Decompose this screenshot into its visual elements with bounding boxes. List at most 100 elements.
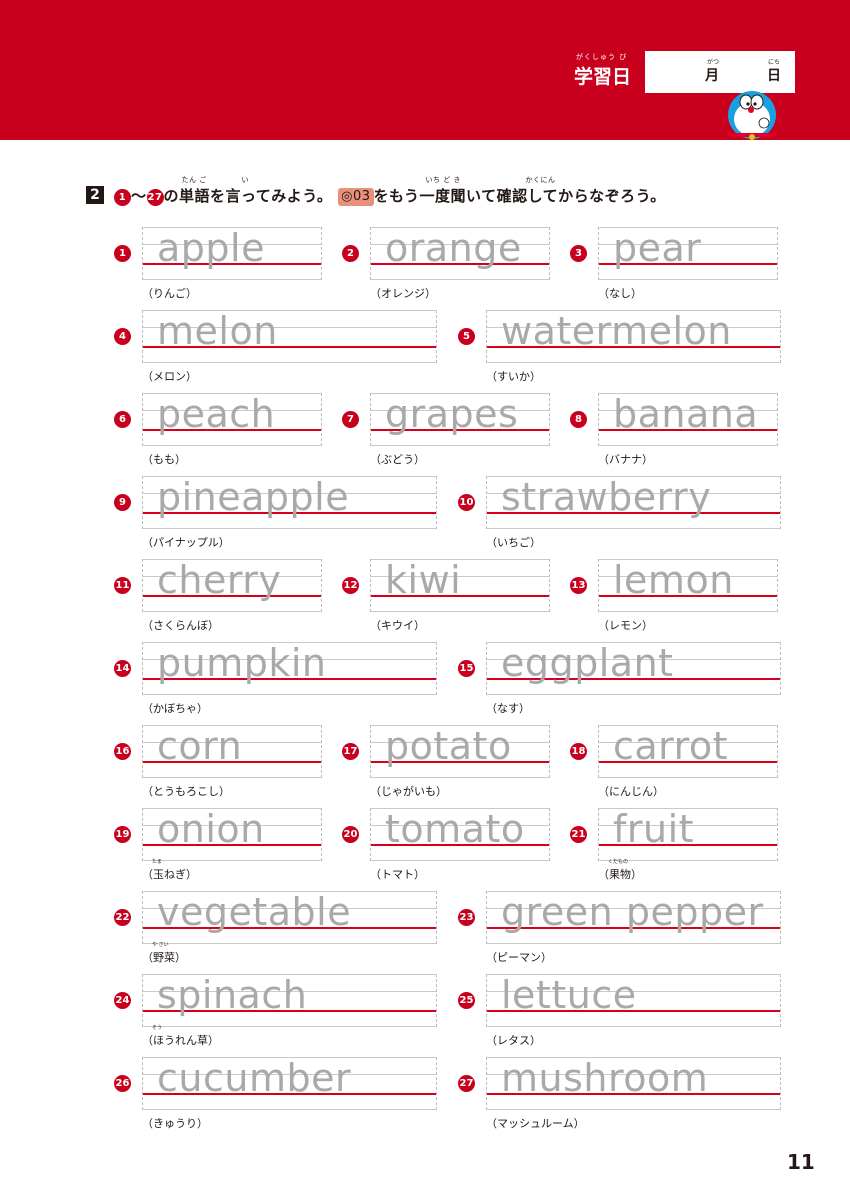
tracing-box[interactable]: carrot [598, 724, 778, 778]
tracing-box[interactable]: green pepper [486, 890, 781, 944]
tracing-box[interactable]: onion [142, 807, 322, 861]
japanese-meaning: たま （玉ねぎ） [142, 859, 197, 882]
question-number: 2 [86, 186, 104, 204]
guide-line-bottom [599, 445, 777, 446]
ruby-ichidoki: いち ど き [425, 176, 461, 184]
trace-word: peach [157, 392, 276, 436]
item-number-badge: 11 [114, 577, 131, 594]
meaning-text: （ほうれん草） [142, 1034, 219, 1047]
trace-word: onion [157, 807, 265, 851]
guide-line-bottom [371, 860, 549, 861]
tracing-box[interactable]: peach [142, 392, 322, 446]
japanese-meaning: （マッシュルーム） [486, 1115, 585, 1131]
trace-word: lemon [613, 558, 734, 602]
guide-line-bottom [143, 777, 321, 778]
tracing-box[interactable]: lemon [598, 558, 778, 612]
tracing-box[interactable]: lettuce [486, 973, 781, 1027]
meaning-text: （トマト） [370, 868, 425, 881]
meaning-text: （バナナ） [598, 453, 653, 466]
item-number-badge: 9 [114, 494, 131, 511]
item-number-badge: 7 [342, 411, 359, 428]
audio-track-badge[interactable]: ◎03 [338, 188, 374, 206]
tracing-box[interactable]: orange [370, 226, 550, 280]
tracing-box[interactable]: grapes [370, 392, 550, 446]
japanese-meaning: （じゃがいも） [370, 783, 447, 799]
meaning-text: （さくらんぼ） [142, 619, 219, 632]
japanese-meaning: （かぼちゃ） [142, 700, 208, 716]
trace-word: strawberry [501, 475, 712, 519]
tracing-box[interactable]: banana [598, 392, 778, 446]
guide-line-bottom [143, 362, 436, 363]
meaning-text: （パイナップル） [142, 536, 230, 549]
tracing-box[interactable]: vegetable [142, 890, 437, 944]
guide-line-bottom [487, 1026, 780, 1027]
meaning-text: （すいか） [486, 370, 541, 383]
tracing-box[interactable]: cucumber [142, 1056, 437, 1110]
guide-line-bottom [371, 445, 549, 446]
guide-line-bottom [143, 528, 436, 529]
month-label: 月 [705, 68, 719, 84]
tracing-box[interactable]: fruit [598, 807, 778, 861]
item-number-badge: 20 [342, 826, 359, 843]
item-number-badge: 17 [342, 743, 359, 760]
guide-line-bottom [487, 528, 780, 529]
tracing-box[interactable]: spinach [142, 973, 437, 1027]
meaning-text: （いちご） [486, 536, 541, 549]
guide-line-bottom [599, 611, 777, 612]
tracing-box[interactable]: potato [370, 724, 550, 778]
guide-line-bottom [371, 279, 549, 280]
japanese-meaning: （さくらんぼ） [142, 617, 219, 633]
guide-line-bottom [143, 1026, 436, 1027]
tracing-box[interactable]: apple [142, 226, 322, 280]
meaning-text: （とうもろこし） [142, 785, 230, 798]
meaning-text: （玉ねぎ） [142, 868, 197, 881]
item-number-badge: 18 [570, 743, 587, 760]
meaning-text: （レモン） [598, 619, 653, 632]
meaning-text: （果物） [598, 868, 642, 881]
tracing-box[interactable]: pineapple [142, 475, 437, 529]
header-band: がくしゅう び 学習日 がつ 月 にち 日 [0, 0, 850, 140]
tracing-box[interactable]: pumpkin [142, 641, 437, 695]
meaning-ruby: そう [152, 1025, 163, 1031]
trace-word: fruit [613, 807, 695, 851]
meaning-text: （じゃがいも） [370, 785, 447, 798]
item-number-badge: 23 [458, 909, 475, 926]
item-number-badge: 22 [114, 909, 131, 926]
audio-track-icon: ◎ [341, 189, 353, 204]
meaning-text: （もも） [142, 453, 186, 466]
item-number-badge: 3 [570, 245, 587, 262]
japanese-meaning: （メロン） [142, 368, 197, 384]
trace-word: orange [385, 226, 522, 270]
japanese-meaning: （レモン） [598, 617, 653, 633]
tracing-box[interactable]: kiwi [370, 558, 550, 612]
tracing-box[interactable]: cherry [142, 558, 322, 612]
item-number-badge: 25 [458, 992, 475, 1009]
tracing-box[interactable]: tomato [370, 807, 550, 861]
trace-word: vegetable [157, 890, 352, 934]
item-number-badge: 27 [458, 1075, 475, 1092]
item-number-badge: 16 [114, 743, 131, 760]
tracing-box[interactable]: corn [142, 724, 322, 778]
meaning-text: （かぼちゃ） [142, 702, 208, 715]
tracing-box[interactable]: eggplant [486, 641, 781, 695]
tracing-box[interactable]: strawberry [486, 475, 781, 529]
tracing-box[interactable]: pear [598, 226, 778, 280]
item-number-badge: 14 [114, 660, 131, 677]
meaning-text: （きゅうり） [142, 1117, 208, 1130]
meaning-text: （オレンジ） [370, 287, 436, 300]
japanese-meaning: （いちご） [486, 534, 541, 550]
meaning-ruby: くだもの [608, 859, 629, 865]
trace-word: pumpkin [157, 641, 327, 685]
tracing-box[interactable]: melon [142, 309, 437, 363]
guide-line-bottom [487, 943, 780, 944]
item-number-badge: 15 [458, 660, 475, 677]
guide-line-bottom [143, 860, 321, 861]
item-number-badge: 8 [570, 411, 587, 428]
japanese-meaning: （キウイ） [370, 617, 425, 633]
meaning-ruby: や さい [152, 942, 169, 948]
meaning-text: （メロン） [142, 370, 197, 383]
japanese-meaning: （もも） [142, 451, 186, 467]
tracing-box[interactable]: mushroom [486, 1056, 781, 1110]
guide-line-bottom [143, 943, 436, 944]
tracing-box[interactable]: watermelon [486, 309, 781, 363]
